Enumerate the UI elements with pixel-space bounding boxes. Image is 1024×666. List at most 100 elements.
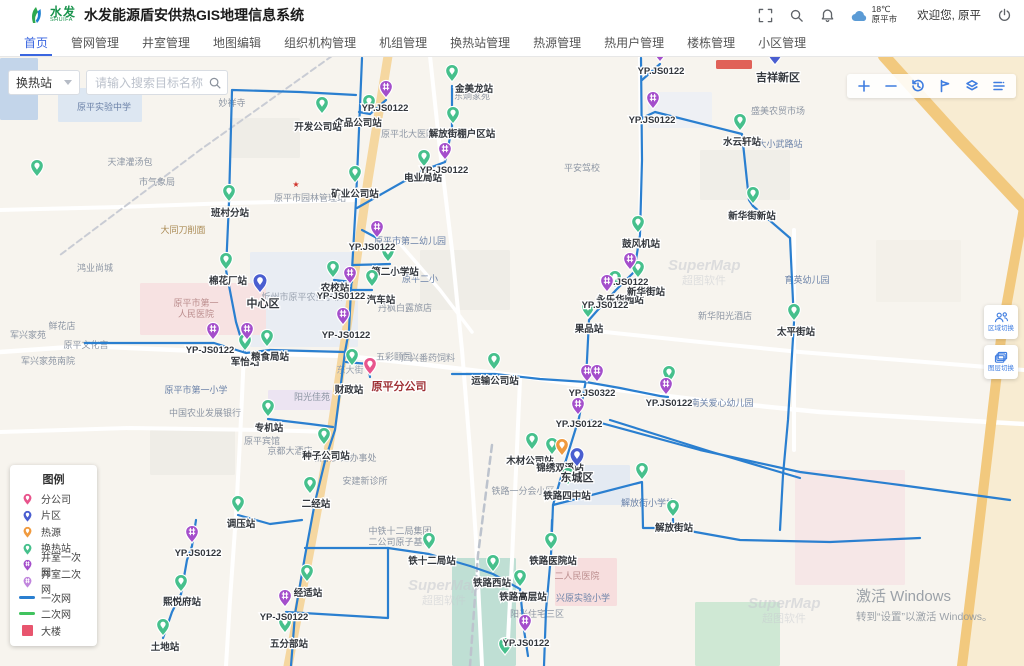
map-marker-label: 熙悦府站 [163, 596, 202, 608]
zoom-out-icon[interactable] [883, 78, 899, 94]
legend-item: 大楼 [10, 622, 97, 639]
map-side-buttons: 区域切换 图层切换 [984, 305, 1018, 379]
legend-item: 井室二次网 [10, 573, 97, 590]
map-marker-label: YP.JS0122 [503, 638, 550, 649]
legend-line-icon [19, 612, 35, 615]
weather-cloud-icon [851, 9, 868, 22]
area-switch-button[interactable]: 区域切换 [984, 305, 1018, 339]
page-title: 水发能源盾安供热GIS地理信息系统 [84, 5, 304, 25]
map-marker-label: 运输公司站 [471, 375, 519, 387]
map-block [150, 430, 235, 475]
map-base-label: 市气象局 [139, 176, 175, 187]
map-marker-label: 二经站 [302, 498, 331, 510]
map-base-label: 原平宾馆 [244, 435, 280, 446]
legend-item-label: 大楼 [41, 623, 61, 638]
layer-switch-button[interactable]: 图层切换 [984, 345, 1018, 379]
map-marker-label: YP.JS0122 [556, 419, 603, 430]
legend-item: 热源 [10, 523, 97, 540]
map-base-label: 阳光住宅三区 [510, 608, 564, 619]
map-marker-label: YP.JS0122 [362, 103, 409, 114]
supermap-watermark: SuperMap [668, 257, 741, 274]
map-marker-label: 经适站 [294, 587, 323, 599]
map-base-label: 原平市第一 [173, 297, 218, 308]
nav-tab-7[interactable]: 换热站管理 [446, 30, 514, 56]
map-container[interactable]: 原平实验中学妙祥寺天津灌汤包原平市园林管理站★大同刀削面原平市第一人民医院军兴家… [0, 57, 1024, 666]
map-marker-label: 东城区 [561, 470, 594, 484]
app-logo: 水发 SHUIFA [26, 5, 76, 25]
welcome-text: 欢迎您, 原平 [917, 7, 981, 23]
map-marker-label: 汽车站 [367, 294, 396, 306]
nav-tab-3[interactable]: 井室管理 [138, 30, 194, 56]
layers-icon[interactable] [964, 78, 980, 94]
search-input[interactable] [86, 70, 228, 95]
map-legend: 图例 分公司片区热源换热站井室一次网井室二次网一次网二次网大楼 [10, 465, 97, 646]
map-canvas[interactable]: 原平实验中学妙祥寺天津灌汤包原平市园林管理站★大同刀削面原平市第一人民医院军兴家… [0, 57, 1024, 666]
map-base-label: 阳光佳苑 [294, 391, 330, 402]
reset-view-icon[interactable] [910, 78, 926, 94]
nav-tab-10[interactable]: 楼栋管理 [683, 30, 739, 56]
map-base-label: 军兴家苑南院 [21, 355, 75, 366]
weather-city: 原平市 [872, 15, 898, 25]
legend-item: 二次网 [10, 606, 97, 623]
map-base-label: 原平文化宫 [63, 339, 108, 350]
map-marker-label: YP.JS0122 [349, 242, 396, 253]
users-icon [994, 311, 1009, 324]
search-submit-icon[interactable] [208, 76, 222, 90]
map-marker-label: 新华街新站 [728, 210, 776, 222]
legend-item-label: 分公司 [41, 491, 71, 506]
settings-list-icon[interactable] [991, 78, 1007, 94]
map-base-label: 广兴番药饲料 [401, 352, 455, 363]
map-block [716, 60, 752, 69]
logout-icon[interactable] [997, 8, 1012, 23]
bell-icon[interactable] [820, 8, 835, 23]
pipe-primary-network [353, 264, 390, 265]
map-base-label: 安建新诊所 [342, 475, 387, 486]
nav-tab-4[interactable]: 地图编辑 [209, 30, 265, 56]
search-category-select[interactable]: 换热站 [8, 70, 80, 95]
zoom-in-icon[interactable] [856, 78, 872, 94]
map-marker-label: 铁路高层站 [499, 591, 547, 603]
map-marker-label: 果品站 [574, 323, 604, 335]
legend-item: 片区 [10, 507, 97, 524]
nav-tab-1[interactable]: 首页 [20, 30, 52, 56]
search-icon[interactable] [789, 8, 804, 23]
map-base-label: 盛美农贸市场 [751, 105, 805, 116]
map-base-label: 大同刀削面 [160, 224, 205, 235]
layer-switch-label: 图层切换 [988, 366, 1014, 373]
legend-pin-icon [21, 556, 34, 572]
nav-tab-5[interactable]: 组织机构管理 [280, 30, 360, 56]
legend-item: 分公司 [10, 490, 97, 507]
area-switch-label: 区域切换 [988, 326, 1014, 333]
logo-text-en: SHUIFA [50, 18, 76, 24]
nav-tab-11[interactable]: 小区管理 [754, 30, 810, 56]
layers-icon [994, 351, 1009, 364]
map-marker-label: YP-JS0122 [186, 345, 235, 356]
supermap-watermark-sub: 超图软件 [762, 611, 806, 625]
map-marker-label: 专机站 [255, 422, 284, 434]
map-base-label: 原平北大医院 [381, 128, 435, 139]
map-base-label: 原平市第一小学 [164, 384, 227, 395]
map-base-label: 人民医院 [178, 308, 214, 319]
legend-pin-icon [21, 573, 34, 589]
map-marker-label: YP-JS0122 [420, 165, 469, 176]
supermap-watermark: SuperMap [748, 595, 821, 612]
map-base-label: ★ [292, 180, 299, 189]
map-base-label: 天津灌汤包 [107, 156, 152, 167]
legend-item-label: 一次网 [41, 590, 71, 605]
map-base-label: 军兴家苑 [10, 329, 46, 340]
nav-tab-9[interactable]: 热用户管理 [600, 30, 668, 56]
nav-tab-8[interactable]: 热源管理 [529, 30, 585, 56]
legend-line-icon [19, 596, 35, 599]
map-base-label: 二人民医院 [554, 570, 599, 581]
nav-tab-6[interactable]: 机组管理 [375, 30, 431, 56]
map-marker-label: YP-JS0122 [322, 330, 371, 341]
measure-icon[interactable] [937, 78, 953, 94]
fullscreen-icon[interactable] [758, 8, 773, 23]
map-marker-label: 粮食局站 [251, 351, 290, 363]
map-block [876, 240, 961, 302]
map-marker-label: YP-JS0122 [260, 612, 309, 623]
nav-tab-2[interactable]: 管网管理 [67, 30, 123, 56]
supermap-watermark-sub: 超图软件 [422, 593, 466, 607]
weather-widget: 18℃ 原平市 [851, 5, 898, 25]
map-marker-label: 铁路四中站 [543, 490, 591, 502]
